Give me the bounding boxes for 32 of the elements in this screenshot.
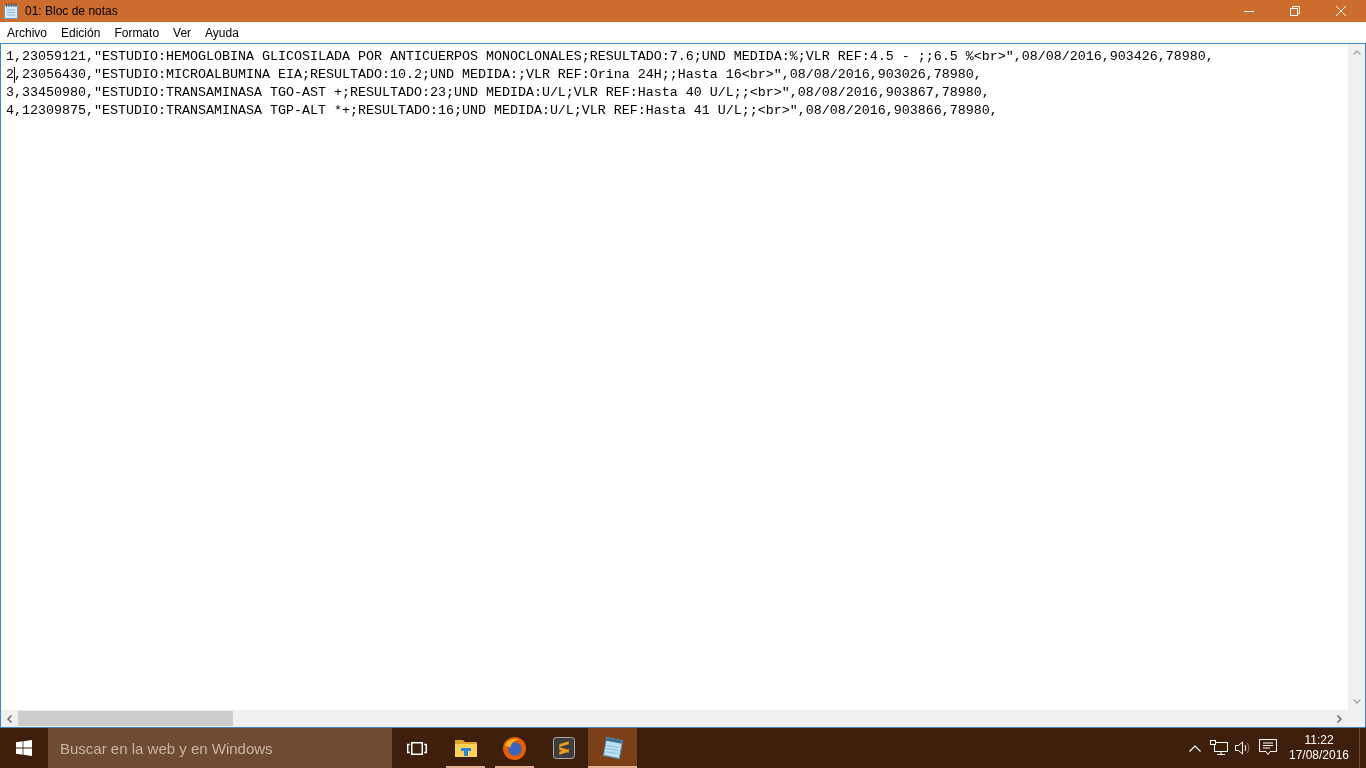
app-tile-icon <box>552 737 575 759</box>
task-view-icon <box>406 741 427 755</box>
menu-item[interactable]: Ver <box>166 23 199 42</box>
taskbar-app-button[interactable] <box>588 728 637 768</box>
chevron-up-icon <box>1352 50 1361 55</box>
chevron-down-icon <box>1352 699 1361 704</box>
chevron-up-icon[interactable] <box>1189 744 1201 752</box>
menu-item[interactable]: Formato <box>107 23 167 42</box>
chevron-right-icon <box>1337 714 1342 723</box>
clock-time: 11:22 <box>1304 733 1334 748</box>
minimize-icon <box>1244 10 1254 12</box>
clock-date: 17/08/2016 <box>1288 748 1350 763</box>
window-title: 01: Bloc de notas <box>25 4 119 18</box>
menu-item[interactable]: Ayuda <box>198 23 246 42</box>
close-icon <box>1336 6 1346 16</box>
chevron-left-icon <box>7 714 12 723</box>
text-line: 1,23059121,"ESTUDIO:HEMOGLOBINA GLICOSILADA POR ANTICUERPOS MONOCLONALES;RESULTADO:7.6;UND MEDIDA:%;VLR REF:4.5 - ;;6.5 %<br>",08/08/2016,903426,78980, <box>6 49 1214 64</box>
text-line: 3,33450980,"ESTUDIO:TRANSAMINASA TGO-AST +;RESULTADO:23;UND MEDIDA:U/L;VLR REF:Hasta 40 U/L;;<br>",08/08/2016,903867,78980, <box>6 85 990 100</box>
notification-icon[interactable] <box>1259 739 1277 757</box>
menu-item[interactable]: Archivo <box>0 23 54 42</box>
folder-icon <box>454 739 477 757</box>
globe-icon <box>503 736 526 760</box>
menu-item[interactable]: Edición <box>54 23 108 42</box>
notepad-icon <box>3 3 19 19</box>
search-field[interactable]: Buscar en la web y en Windows <box>48 728 392 768</box>
volume-icon[interactable] <box>1235 741 1251 755</box>
restore-icon <box>1290 6 1300 16</box>
network-icon[interactable] <box>1210 740 1228 756</box>
text-line: 4,12309875,"ESTUDIO:TRANSAMINASA TGP-ALT *+;RESULTADO:16;UND MEDIDA:U/L;VLR REF:Hasta 41 U/L;;<br>",08/08/2016,903866,78980, <box>6 103 998 118</box>
windows-logo-icon <box>16 740 32 756</box>
scroll-thumb[interactable] <box>18 711 233 726</box>
notepad-icon <box>601 737 624 759</box>
